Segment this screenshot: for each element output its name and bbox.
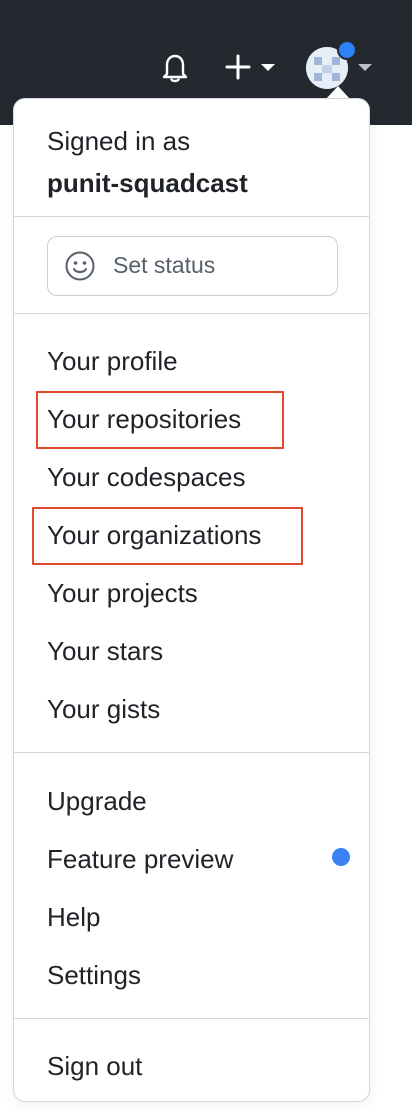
signed-in-info: Signed in as punit-squadcast	[47, 125, 248, 199]
username: punit-squadcast	[47, 168, 248, 198]
menu-item-your-projects[interactable]: Your projects	[47, 577, 198, 609]
signed-in-label: Signed in as	[47, 126, 191, 156]
menu-item-your-codespaces[interactable]: Your codespaces	[47, 461, 246, 493]
divider	[14, 752, 369, 753]
menu-item-your-stars[interactable]: Your stars	[47, 635, 163, 667]
sign-out-button[interactable]: Sign out	[47, 1050, 142, 1082]
divider	[14, 313, 369, 314]
smiley-icon	[65, 251, 95, 281]
plus-icon[interactable]	[222, 50, 278, 84]
menu-item-settings[interactable]: Settings	[47, 959, 141, 991]
menu-item-upgrade[interactable]: Upgrade	[47, 785, 147, 817]
menu-item-help[interactable]: Help	[47, 901, 100, 933]
user-menu-toggle[interactable]	[306, 40, 376, 90]
feature-preview-indicator-dot	[332, 848, 350, 866]
user-dropdown-menu: Signed in as punit-squadcast Set status …	[13, 98, 370, 1102]
menu-item-your-gists[interactable]: Your gists	[47, 693, 160, 725]
divider	[14, 216, 369, 217]
notification-dot	[337, 40, 357, 60]
menu-item-feature-preview[interactable]: Feature preview	[47, 843, 233, 875]
set-status-label: Set status	[113, 252, 216, 278]
chevron-down-icon	[358, 64, 372, 71]
menu-item-your-organizations[interactable]: Your organizations	[47, 519, 261, 551]
divider	[14, 1018, 369, 1019]
menu-item-your-repositories[interactable]: Your repositories	[47, 403, 241, 435]
menu-item-your-profile[interactable]: Your profile	[47, 345, 178, 377]
bell-icon[interactable]	[158, 50, 192, 84]
set-status-button[interactable]: Set status	[47, 236, 338, 296]
